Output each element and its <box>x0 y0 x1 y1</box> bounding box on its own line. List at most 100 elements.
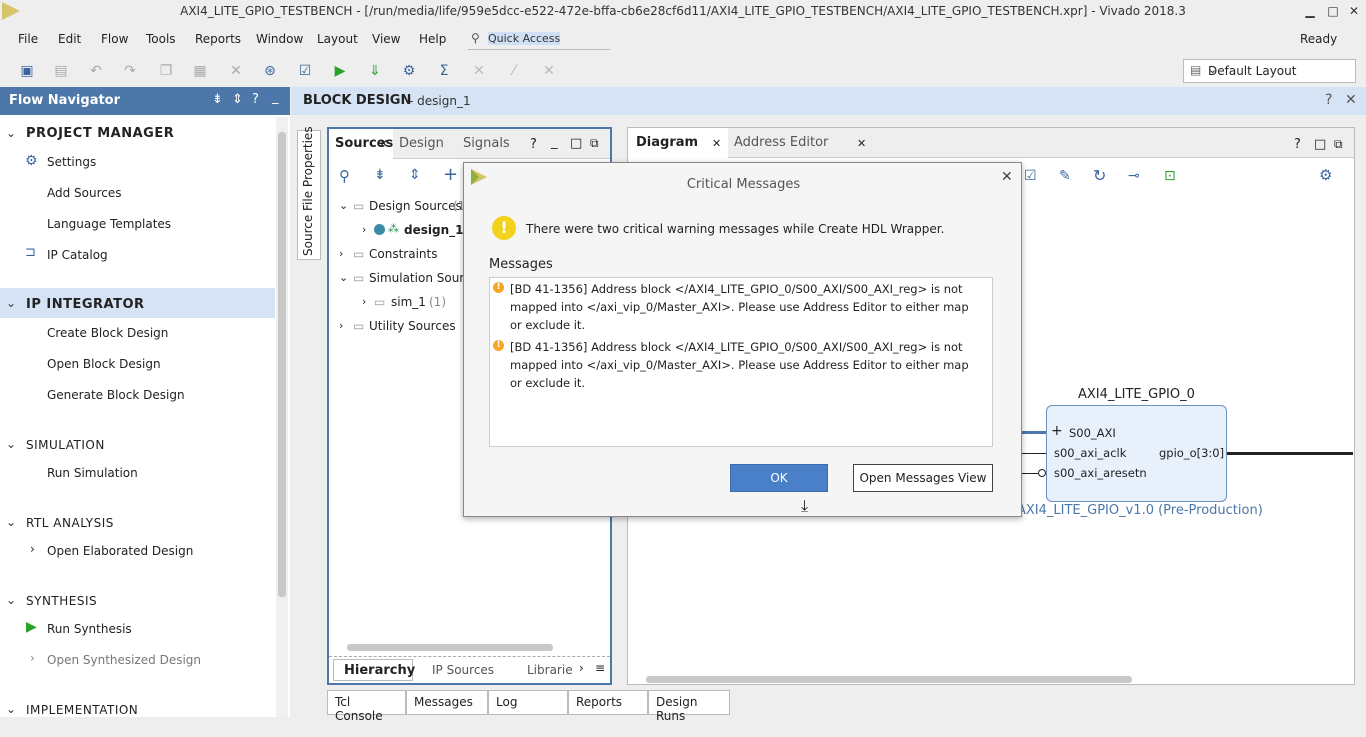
program-device-icon[interactable]: ⇓ <box>366 62 384 80</box>
chevron-down-icon[interactable]: ⌄ <box>6 126 16 140</box>
scrollbar-thumb[interactable] <box>278 132 286 597</box>
port-s00-axi-aresetn[interactable]: s00_axi_aresetn <box>1054 466 1147 480</box>
ip-block[interactable]: + S00_AXI s00_axi_aclk s00_axi_aresetn g… <box>1046 405 1227 502</box>
port-icon[interactable]: ⊡ <box>1164 168 1176 184</box>
source-file-properties-tab[interactable]: Source File Properties <box>297 126 321 260</box>
check-icon[interactable]: ☑ <box>296 62 314 80</box>
section-simulation[interactable]: SIMULATION <box>26 438 105 452</box>
tab-log[interactable]: Log <box>488 690 568 715</box>
close-tab-icon[interactable]: ✕ <box>857 137 866 150</box>
message-item[interactable]: [BD 41-1356] Address block </AXI4_LITE_G… <box>510 338 980 392</box>
tab-hierarchy[interactable]: Hierarchy <box>333 659 415 681</box>
flow-navigator-scrollbar[interactable] <box>276 117 288 717</box>
collapse-all-icon[interactable]: ⇟ <box>374 167 386 183</box>
layout-select[interactable]: ▤ Default Layout ⌄ <box>1183 59 1356 83</box>
section-synthesis[interactable]: SYNTHESIS <box>26 594 97 608</box>
tree-utility-sources[interactable]: Utility Sources <box>369 319 456 333</box>
menu-window[interactable]: Window <box>256 32 303 46</box>
chevron-down-icon[interactable]: ⌄ <box>339 199 348 212</box>
close-icon[interactable]: ✕ <box>1345 92 1357 108</box>
chevron-down-icon[interactable]: ⌄ <box>6 702 16 716</box>
chevron-right-icon[interactable]: › <box>579 661 584 675</box>
expand-port-icon[interactable]: + <box>1051 423 1063 439</box>
tool-disabled-1-icon[interactable]: ✕ <box>470 62 488 80</box>
scrollbar-thumb[interactable] <box>646 676 1132 683</box>
close-tab-icon[interactable]: ✕ <box>379 137 388 150</box>
tab-ip-sources[interactable]: IP Sources <box>432 663 494 677</box>
chevron-right-icon[interactable]: › <box>30 542 35 556</box>
tree-design-sources[interactable]: Design Sources <box>369 199 462 213</box>
run-icon[interactable]: ▶ <box>331 62 349 80</box>
section-project-manager[interactable]: PROJECT MANAGER <box>26 126 174 141</box>
gear-icon[interactable]: ⚙ <box>1319 166 1332 184</box>
help-icon[interactable]: ? <box>530 137 537 152</box>
tab-signals[interactable]: Signals <box>463 136 510 151</box>
expand-all-icon[interactable]: ⇕ <box>409 167 421 183</box>
messages-list[interactable]: ! [BD 41-1356] Address block </AXI4_LITE… <box>489 277 993 447</box>
chevron-right-icon[interactable]: › <box>362 223 366 236</box>
menu-file[interactable]: File <box>18 32 38 46</box>
close-icon[interactable]: ✕ <box>1001 169 1013 185</box>
tab-messages[interactable]: Messages <box>406 690 488 715</box>
minimize-window-button[interactable]: ▁ <box>1303 4 1317 18</box>
ok-button[interactable]: OK <box>730 464 828 492</box>
tree-constraints[interactable]: Constraints <box>369 247 437 261</box>
chevron-right-icon[interactable]: › <box>30 651 35 665</box>
tool-disabled-3-icon[interactable]: ✕ <box>540 62 558 80</box>
menu-view[interactable]: View <box>372 32 400 46</box>
message-item[interactable]: [BD 41-1356] Address block </AXI4_LITE_G… <box>510 280 980 334</box>
minimize-icon[interactable]: _ <box>551 135 558 150</box>
expand-all-icon[interactable]: ⇕ <box>232 92 243 107</box>
menu-tools[interactable]: Tools <box>146 32 176 46</box>
gear-icon[interactable]: ⚙ <box>400 62 418 80</box>
help-icon[interactable]: ? <box>1325 92 1332 108</box>
chevron-down-icon[interactable]: ⌄ <box>6 515 16 529</box>
route-icon[interactable]: ⊸ <box>1128 168 1140 184</box>
sigma-icon[interactable]: Σ <box>435 62 453 80</box>
close-tab-icon[interactable]: ✕ <box>712 137 721 150</box>
close-window-button[interactable]: ✕ <box>1347 4 1361 18</box>
chevron-right-icon[interactable]: › <box>362 295 366 308</box>
nav-settings[interactable]: Settings <box>47 155 96 169</box>
tab-list-icon[interactable]: ≡ <box>595 661 605 675</box>
scrollbar-thumb[interactable] <box>347 644 553 651</box>
chevron-right-icon[interactable]: › <box>339 247 343 260</box>
nav-run-synthesis[interactable]: Run Synthesis <box>47 622 132 636</box>
minimize-panel-icon[interactable]: _ <box>272 90 279 105</box>
refresh-icon[interactable]: ↻ <box>1093 166 1106 185</box>
nav-create-block-design[interactable]: Create Block Design <box>47 326 168 340</box>
tool-disabled-2-icon[interactable]: ⁄ <box>505 62 523 80</box>
tab-reports[interactable]: Reports <box>568 690 648 715</box>
quick-access-search[interactable]: ⚲ Quick Access <box>468 30 610 50</box>
help-icon[interactable]: ? <box>252 92 259 107</box>
tab-address-editor[interactable]: Address Editor <box>734 135 828 150</box>
nav-open-synthesized-design[interactable]: Open Synthesized Design <box>47 653 201 667</box>
float-icon[interactable]: ⧉ <box>1334 137 1343 152</box>
nav-open-elaborated-design[interactable]: Open Elaborated Design <box>47 544 193 558</box>
section-ip-integrator[interactable]: IP INTEGRATOR <box>26 297 145 312</box>
tab-libraries[interactable]: Librarie <box>527 663 573 677</box>
open-messages-view-button[interactable]: Open Messages View <box>853 464 993 492</box>
chevron-down-icon[interactable]: ⌄ <box>6 437 16 451</box>
port-gpio-o[interactable]: gpio_o[3:0] <box>1159 446 1224 460</box>
menu-edit[interactable]: Edit <box>58 32 81 46</box>
pin-icon[interactable]: ✎ <box>1059 168 1071 184</box>
chevron-down-icon[interactable]: ⌄ <box>339 271 348 284</box>
menu-help[interactable]: Help <box>419 32 446 46</box>
copy-icon[interactable]: ❐ <box>157 62 175 80</box>
chevron-right-icon[interactable]: › <box>339 319 343 332</box>
undo-icon[interactable]: ↶ <box>87 62 105 80</box>
nav-add-sources[interactable]: Add Sources <box>47 186 122 200</box>
port-s00-axi-aclk[interactable]: s00_axi_aclk <box>1054 446 1126 460</box>
redo-icon[interactable]: ↷ <box>121 62 139 80</box>
maximize-icon[interactable]: □ <box>570 136 582 151</box>
chevron-down-icon[interactable]: ⌄ <box>6 593 16 607</box>
help-icon[interactable]: ? <box>1294 137 1301 152</box>
maximize-icon[interactable]: □ <box>1314 137 1326 152</box>
menu-flow[interactable]: Flow <box>101 32 128 46</box>
add-icon[interactable]: + <box>443 164 458 185</box>
tab-design[interactable]: Design <box>399 136 444 151</box>
paste-icon[interactable]: ▦ <box>191 62 209 80</box>
save-icon[interactable]: ▤ <box>52 62 70 80</box>
tab-diagram[interactable]: Diagram ✕ <box>628 128 728 158</box>
